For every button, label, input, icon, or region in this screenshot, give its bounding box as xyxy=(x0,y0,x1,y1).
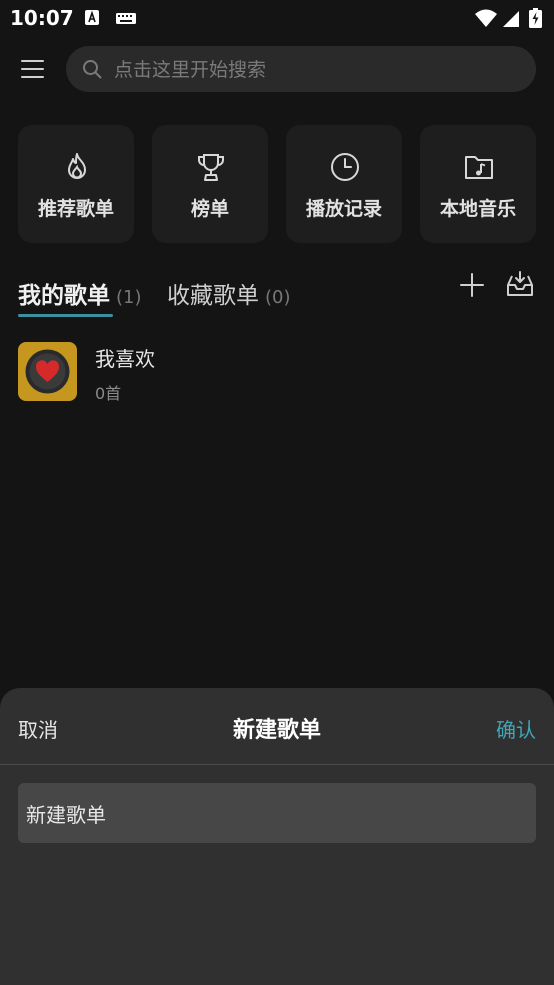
search-icon xyxy=(83,60,102,79)
keyboard-icon xyxy=(116,13,136,24)
tab-label: 我的歌单 xyxy=(18,283,110,309)
tile-label: 播放记录 xyxy=(305,198,382,220)
tile-local-music[interactable]: 本地音乐 xyxy=(420,125,536,243)
wifi-icon xyxy=(475,9,497,27)
notification-a-icon xyxy=(85,10,99,25)
list-item[interactable]: 我喜欢 0首 xyxy=(0,330,554,414)
add-icon[interactable] xyxy=(459,272,485,298)
menu-button[interactable] xyxy=(18,56,48,82)
menu-icon-bar xyxy=(21,68,44,70)
menu-icon xyxy=(21,60,44,62)
tile-charts[interactable]: 榜单 xyxy=(152,125,268,243)
tab-count: (1) xyxy=(116,287,142,308)
import-icon[interactable] xyxy=(505,270,535,298)
tab-count: (0) xyxy=(265,287,291,308)
vinyl-heart-icon xyxy=(25,349,70,394)
tab-label: 收藏歌单 xyxy=(167,283,259,309)
tile-label: 榜单 xyxy=(190,198,229,220)
new-playlist-sheet: 取消 新建歌单 确认 xyxy=(0,688,554,985)
tile-label: 推荐歌单 xyxy=(37,198,114,220)
divider xyxy=(0,764,554,765)
search-bar[interactable] xyxy=(66,46,536,94)
music-folder-icon xyxy=(465,156,493,179)
tile-label: 本地音乐 xyxy=(439,198,516,220)
tab-active-indicator xyxy=(18,314,113,317)
playlist-title: 我喜欢 xyxy=(95,347,155,371)
tile-recommended-playlists[interactable]: 推荐歌单 xyxy=(18,125,134,243)
fire-icon xyxy=(68,153,86,179)
sheet-title: 新建歌单 xyxy=(232,718,321,743)
playlist-song-count: 0首 xyxy=(95,384,122,403)
status-bar: 10:07 xyxy=(0,0,554,38)
battery-charging-icon xyxy=(529,8,542,28)
trophy-icon xyxy=(198,154,224,181)
menu-icon-bar xyxy=(21,76,44,78)
status-time: 10:07 xyxy=(10,6,74,30)
search-input[interactable] xyxy=(112,46,516,94)
playlist-name-input[interactable] xyxy=(18,783,536,843)
tab-my-playlists[interactable]: 我的歌单 (1) xyxy=(18,276,142,310)
clock-icon xyxy=(331,153,359,181)
tab-collected-playlists[interactable]: 收藏歌单 (0) xyxy=(167,276,291,310)
playlist-cover xyxy=(18,342,77,401)
confirm-button[interactable]: 确认 xyxy=(496,714,536,743)
cellular-signal-icon xyxy=(503,11,519,27)
tile-play-history[interactable]: 播放记录 xyxy=(286,125,402,243)
